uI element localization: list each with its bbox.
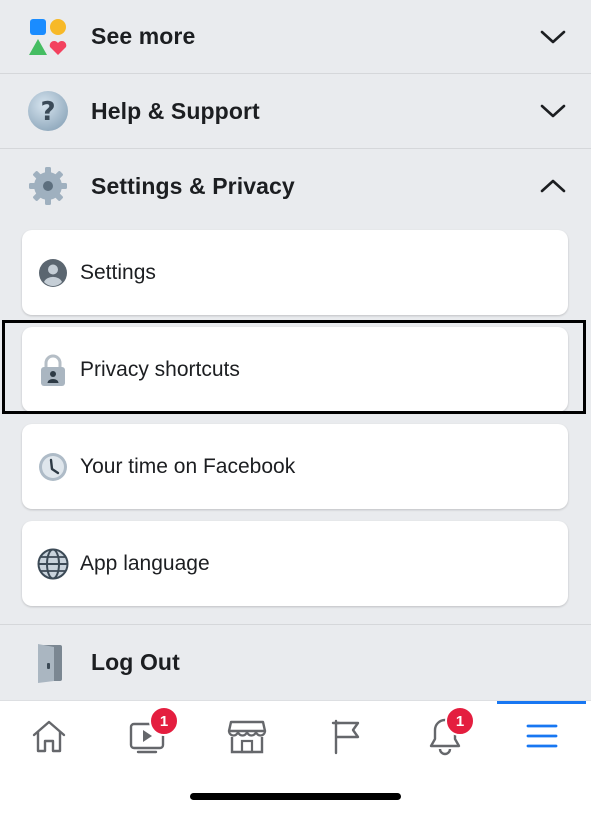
shortcuts-grid-icon bbox=[25, 14, 71, 60]
your-time-label: Your time on Facebook bbox=[80, 454, 296, 478]
privacy-shortcuts-label: Privacy shortcuts bbox=[80, 357, 240, 381]
globe-icon bbox=[37, 548, 69, 580]
help-support-label: Help & Support bbox=[91, 97, 260, 124]
see-more-row[interactable]: See more bbox=[0, 0, 591, 74]
chevron-down-icon[interactable] bbox=[539, 23, 567, 51]
chevron-down-icon[interactable] bbox=[539, 97, 567, 125]
tab-marketplace[interactable] bbox=[222, 711, 272, 761]
app-language-item[interactable]: App language bbox=[22, 521, 568, 606]
tab-watch[interactable]: 1 bbox=[124, 706, 179, 761]
tab-home[interactable] bbox=[24, 711, 74, 761]
log-out-label: Log Out bbox=[91, 649, 180, 675]
tab-pages[interactable] bbox=[321, 711, 371, 761]
clock-icon bbox=[37, 451, 69, 483]
account-circle-icon bbox=[37, 257, 69, 289]
tab-menu[interactable] bbox=[517, 711, 567, 761]
settings-item[interactable]: Settings bbox=[22, 230, 568, 315]
log-out-row[interactable]: Log Out bbox=[0, 624, 591, 700]
settings-privacy-row[interactable]: Settings & Privacy bbox=[0, 149, 591, 223]
home-icon bbox=[32, 720, 66, 753]
store-icon bbox=[227, 720, 267, 754]
hamburger-icon bbox=[526, 724, 558, 748]
door-icon bbox=[25, 640, 71, 686]
tab-notifications[interactable]: 1 bbox=[420, 706, 475, 761]
settings-item-label: Settings bbox=[80, 260, 156, 284]
lock-icon bbox=[37, 354, 69, 386]
gear-icon bbox=[25, 163, 71, 209]
watch-badge: 1 bbox=[149, 706, 179, 736]
settings-privacy-label: Settings & Privacy bbox=[91, 172, 295, 199]
home-indicator[interactable] bbox=[190, 793, 401, 800]
notifications-badge: 1 bbox=[445, 706, 475, 736]
active-tab-indicator bbox=[497, 701, 586, 704]
see-more-label: See more bbox=[91, 23, 196, 49]
app-language-label: App language bbox=[80, 551, 210, 575]
flag-icon bbox=[331, 719, 360, 755]
your-time-item[interactable]: Your time on Facebook bbox=[22, 424, 568, 509]
question-circle-icon: ? bbox=[25, 88, 71, 134]
svg-text:?: ? bbox=[40, 97, 55, 127]
chevron-up-icon[interactable] bbox=[539, 172, 567, 200]
privacy-shortcuts-item[interactable]: Privacy shortcuts bbox=[22, 327, 568, 412]
help-support-row[interactable]: ? Help & Support bbox=[0, 74, 591, 149]
